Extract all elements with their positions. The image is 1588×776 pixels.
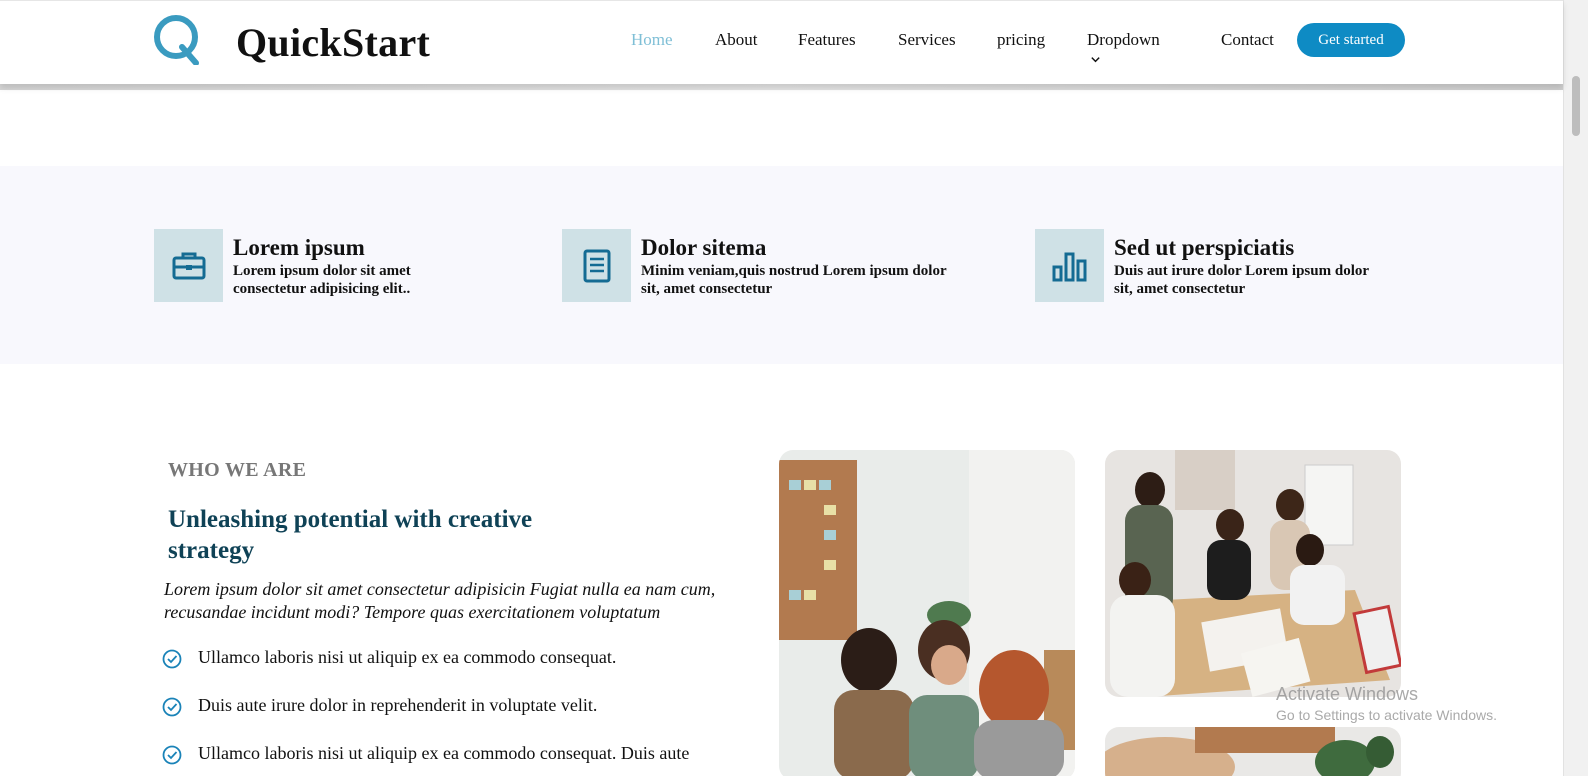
document-icon <box>583 249 610 282</box>
section-title-line: strategy <box>168 537 255 564</box>
check-circle-icon <box>162 697 182 717</box>
check-list: Ullamco laboris nisi ut aliquip ex ea co… <box>162 645 762 776</box>
header-divider <box>0 84 1563 90</box>
nav-dropdown[interactable]: Dropdown <box>1087 30 1160 68</box>
scrollbar-thumb[interactable] <box>1572 76 1580 136</box>
nav-about[interactable]: About <box>715 30 758 50</box>
watermark-title: Activate Windows <box>1276 684 1419 704</box>
team-photo-meeting <box>779 450 1075 776</box>
feature-card: Sed ut perspiciatis Duis aut irure dolor… <box>1035 229 1369 302</box>
section-eyebrow: WHO WE ARE <box>168 459 307 481</box>
briefcase-icon <box>172 252 205 279</box>
nav-pricing[interactable]: pricing <box>997 30 1045 50</box>
feature-title: Sed ut perspiciatis <box>1114 235 1295 260</box>
nav-features[interactable]: Features <box>798 30 856 50</box>
feature-description-line: sit, amet consectetur <box>641 281 773 297</box>
feature-description-line: Minim veniam,quis nostrud Lorem ipsum do… <box>641 263 947 279</box>
feature-card: Lorem ipsum Lorem ipsum dolor sit amet c… <box>154 229 411 302</box>
feature-icon-box <box>562 229 631 302</box>
logo[interactable]: QuickStart <box>152 13 430 65</box>
list-item: Duis aute irure dolor in reprehenderit i… <box>162 693 762 741</box>
team-photo-collaboration <box>1105 450 1401 697</box>
list-item-text: Ullamco laboris nisi ut aliquip ex ea co… <box>198 743 690 763</box>
site-header: QuickStart Home About Features Services … <box>0 0 1563 84</box>
list-item-text: Ullamco laboris nisi ut aliquip ex ea co… <box>198 647 617 667</box>
section-lead: Lorem ipsum dolor sit amet consectetur a… <box>164 578 784 624</box>
section-lead-line: recusandae incidunt modi? Tempore quas e… <box>164 602 661 622</box>
feature-icon-box <box>1035 229 1104 302</box>
list-item: Ullamco laboris nisi ut aliquip ex ea co… <box>162 645 762 693</box>
nav-dropdown-label: Dropdown <box>1087 30 1160 49</box>
get-started-button[interactable]: Get started <box>1297 23 1405 57</box>
activation-watermark: Activate Windows Go to Settings to activ… <box>1276 684 1497 723</box>
nav-home[interactable]: Home <box>631 30 673 50</box>
feature-title: Dolor sitema <box>641 235 767 260</box>
list-item-text: Duis aute irure dolor in reprehenderit i… <box>198 695 598 715</box>
features-band: Lorem ipsum Lorem ipsum dolor sit amet c… <box>0 166 1563 364</box>
feature-description-line: Duis aut irure dolor Lorem ipsum dolor <box>1114 263 1370 279</box>
team-photo-office <box>1105 727 1401 776</box>
feature-card: Dolor sitema Minim veniam,quis nostrud L… <box>562 229 947 302</box>
feature-icon-box <box>154 229 223 302</box>
feature-description: Lorem ipsum dolor sit amet consectetur a… <box>233 262 411 298</box>
watermark-subtitle: Go to Settings to activate Windows. <box>1276 707 1497 723</box>
check-circle-icon <box>162 649 182 669</box>
brand-name: QuickStart <box>236 20 431 65</box>
section-lead-line: Lorem ipsum dolor sit amet consectetur a… <box>164 579 716 599</box>
list-item: Ullamco laboris nisi ut aliquip ex ea co… <box>162 741 762 776</box>
logo-q-icon <box>154 15 199 65</box>
page-scrollbar[interactable] <box>1563 0 1588 776</box>
nav-contact[interactable]: Contact <box>1221 30 1274 50</box>
feature-title: Lorem ipsum <box>233 235 365 260</box>
feature-description: Minim veniam,quis nostrud Lorem ipsum do… <box>641 262 947 298</box>
section-title: Unleashing potential with creative strat… <box>168 504 608 566</box>
check-circle-icon <box>162 745 182 765</box>
feature-description-line: consectetur adipisicing elit.. <box>233 281 411 297</box>
feature-description-line: sit, amet consectetur <box>1114 281 1246 297</box>
feature-description: Duis aut irure dolor Lorem ipsum dolor s… <box>1114 262 1369 298</box>
section-title-line: Unleashing potential with creative <box>168 506 533 533</box>
bar-chart-icon <box>1052 252 1086 281</box>
nav-services[interactable]: Services <box>898 30 956 50</box>
chevron-down-icon <box>1091 56 1100 63</box>
feature-description-line: Lorem ipsum dolor sit amet <box>233 263 411 279</box>
